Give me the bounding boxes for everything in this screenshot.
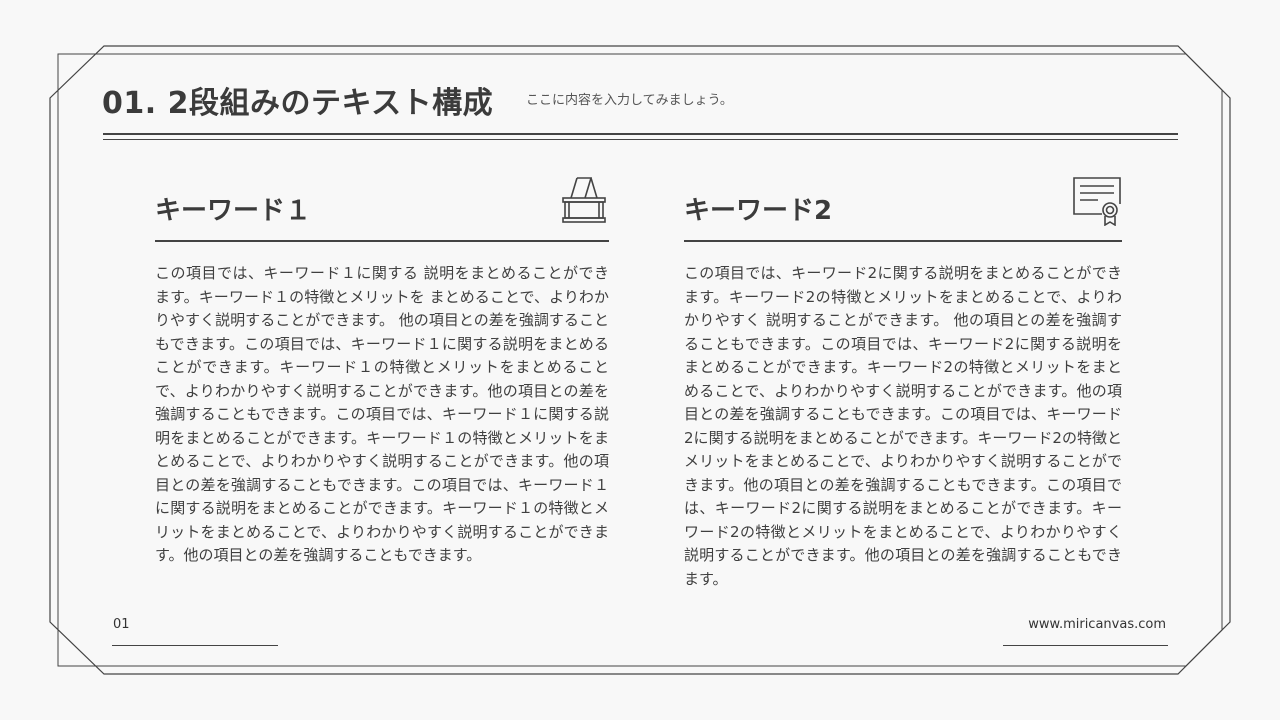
column-header: キーワード2	[684, 176, 1122, 242]
header-divider-thick	[103, 133, 1178, 135]
column-body-text: この項目では、キーワード１に関する 説明をまとめることができます。キーワード１の…	[155, 264, 609, 564]
page-subtitle: ここに内容を入力してみましょう。	[526, 93, 733, 108]
footer-url: www.miricanvas.com	[1028, 617, 1166, 632]
column-title: キーワード2	[684, 196, 833, 226]
certificate-icon	[1073, 177, 1121, 226]
column-title: キーワード１	[155, 196, 312, 226]
keyword-column-2: キーワード2 この項目では、キーワード2に関する説明をまとめることができます。キ…	[684, 176, 1122, 591]
page-title: 01. 2段組みのテキスト構成	[102, 86, 494, 121]
header-divider-thin	[103, 139, 1178, 140]
keyword-column-1: キーワード１ この項目では、キーワード１に関する 説明をまとめることができます。…	[155, 176, 609, 568]
footer-divider-right	[1003, 645, 1168, 646]
footer-divider-left	[112, 645, 278, 646]
column-body-text: この項目では、キーワード2に関する説明をまとめることができます。キーワード2の特…	[684, 264, 1122, 588]
page-number: 01	[113, 617, 130, 632]
column-header: キーワード１	[155, 176, 609, 242]
binder-clip-icon	[562, 177, 606, 223]
